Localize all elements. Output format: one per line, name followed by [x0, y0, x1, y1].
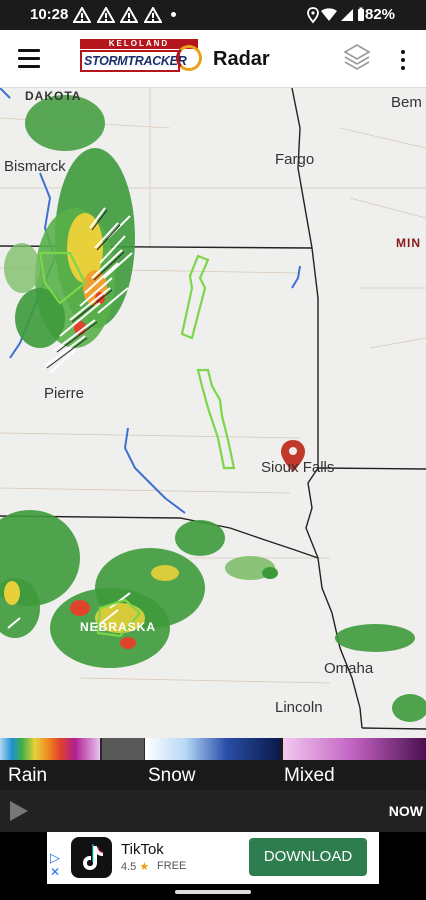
warning-icon [144, 7, 162, 23]
legend-snow-label: Snow [148, 765, 196, 786]
battery-percent: 82% [365, 6, 396, 23]
timeline-now-label[interactable]: NOW [389, 803, 423, 819]
ad-rating: 4.5 ★ [121, 861, 150, 873]
warning-icon [97, 7, 115, 23]
playback-bar: NOW [0, 790, 426, 832]
status-system-icons [307, 7, 364, 24]
state-label-dakota: DAKOTA [25, 89, 82, 103]
ne-ia-border [305, 467, 363, 729]
ks-border [361, 727, 426, 730]
star-icon: ★ [139, 861, 150, 873]
radar-legend: Rain Snow Mixed [0, 738, 426, 790]
tiktok-app-icon [71, 837, 112, 878]
state-label-minnesota: MIN [396, 236, 421, 250]
legend-mixed-label: Mixed [284, 765, 335, 786]
app-bar: KELOLAND STORMTRACKER Radar [0, 30, 426, 88]
warning-icon [73, 7, 91, 23]
sd-mn-border [311, 247, 319, 468]
wifi-icon [321, 8, 337, 21]
more-vert-icon[interactable] [400, 50, 406, 70]
nd-mn-border [291, 88, 313, 249]
map-canvas[interactable] [0, 88, 426, 738]
city-sioux-falls: Sioux Falls [261, 459, 335, 476]
location-icon [307, 7, 319, 24]
signal-icon [341, 9, 353, 21]
warning-box-central [180, 254, 210, 340]
city-omaha: Omaha [324, 660, 374, 677]
city-lincoln: Lincoln [275, 699, 323, 716]
radar-map[interactable]: DAKOTA MIN NEBRASKA Bismarck Fargo Bem P… [0, 88, 426, 738]
warning-icon [120, 7, 138, 23]
state-label-nebraska: NEBRASKA [80, 620, 157, 634]
play-icon[interactable] [10, 801, 28, 821]
city-bemidji: Bem [391, 94, 422, 111]
warning-box-central-south [196, 368, 236, 470]
page-title: Radar [213, 48, 270, 70]
logo-swirl-icon [176, 45, 202, 71]
city-fargo: Fargo [275, 151, 315, 168]
ad-price: FREE [157, 860, 187, 872]
stormtracker-logo: KELOLAND STORMTRACKER [80, 39, 202, 75]
download-button[interactable]: DOWNLOAD [249, 838, 367, 876]
city-bismarck: Bismarck [4, 158, 66, 175]
ad-banner[interactable]: ▷ ✕ TikTok 4.5 ★ FREE DOWNLOAD [47, 832, 379, 884]
legend-color-bar [0, 738, 426, 760]
ad-app-name: TikTok [121, 841, 164, 858]
status-time: 10:28 [30, 6, 69, 23]
radar-echo-south [0, 510, 426, 722]
legend-rain-label: Rain [8, 765, 48, 786]
city-pierre: Pierre [44, 385, 85, 402]
gesture-nav-pill[interactable] [175, 890, 251, 894]
ad-choices-icon[interactable]: ▷ [50, 850, 60, 866]
status-bar: 10:28 82% [0, 0, 426, 30]
ad-area: ▷ ✕ TikTok 4.5 ★ FREE DOWNLOAD [0, 832, 426, 900]
layers-icon[interactable] [343, 43, 371, 73]
ad-close-icon[interactable]: ✕ [50, 865, 60, 879]
notification-dot-icon [171, 12, 176, 17]
battery-icon [358, 7, 364, 21]
radar-echo-northwest [4, 95, 135, 374]
menu-icon[interactable] [18, 49, 40, 69]
